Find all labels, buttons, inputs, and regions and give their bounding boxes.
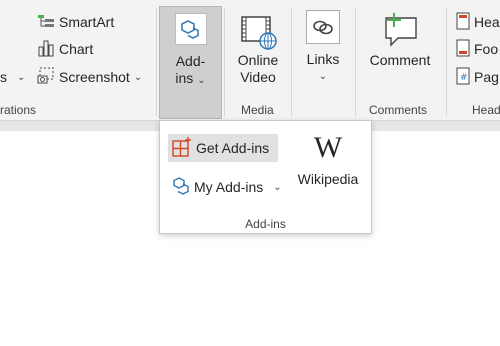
- smartart-label: SmartArt: [59, 14, 115, 30]
- my-addins-button[interactable]: My Add-ins ⌄: [172, 173, 282, 201]
- smartart-button[interactable]: SmartArt: [37, 11, 114, 33]
- chart-icon: [37, 39, 55, 60]
- addins-button[interactable]: Add- ins ⌄: [159, 6, 222, 119]
- header-label: Hea: [474, 14, 500, 30]
- comments-group-label: Comments: [369, 103, 428, 117]
- addins-label-line1: Add-: [175, 53, 206, 69]
- links-label: Links: [306, 51, 340, 67]
- header-footer-group-label: Head: [472, 103, 500, 117]
- screenshot-icon: [37, 67, 55, 88]
- addins-dropdown: Get Add-ins My Add-ins ⌄ W Wikipedia Add…: [159, 120, 372, 234]
- comment-icon: [362, 12, 438, 52]
- separator: [224, 8, 225, 116]
- screenshot-button[interactable]: Screenshot ⌄: [37, 66, 142, 88]
- header-button[interactable]: Hea: [456, 11, 500, 33]
- separator: [355, 8, 356, 116]
- chart-button[interactable]: Chart: [37, 38, 93, 60]
- store-icon: [172, 136, 192, 160]
- wikipedia-button[interactable]: W Wikipedia: [288, 131, 368, 187]
- smartart-icon: [37, 13, 55, 32]
- get-addins-label: Get Add-ins: [196, 140, 270, 156]
- online-video-label-line1: Online: [237, 52, 279, 68]
- my-addins-icon: [172, 176, 192, 199]
- get-addins-button[interactable]: Get Add-ins: [168, 134, 278, 162]
- partial-left-label: s: [0, 69, 7, 85]
- links-button[interactable]: Links ⌄: [300, 10, 346, 85]
- separator: [156, 8, 157, 116]
- page-number-icon: #: [456, 67, 470, 88]
- addins-group-label: Add-ins: [245, 217, 286, 231]
- chevron-down-icon: ⌄: [318, 71, 328, 82]
- screenshot-label: Screenshot: [59, 69, 130, 85]
- footer-label: Foo: [474, 41, 499, 57]
- media-group-label: Media: [241, 103, 274, 117]
- comment-label: Comment: [369, 52, 431, 68]
- footer-button[interactable]: Foo: [456, 38, 498, 60]
- chevron-down-icon: ⌄: [197, 75, 206, 86]
- link-icon: [306, 10, 340, 44]
- svg-text:#: #: [460, 73, 468, 83]
- chevron-down-icon[interactable]: ⌄: [273, 182, 281, 193]
- my-addins-label: My Add-ins: [194, 179, 264, 195]
- online-video-icon: [228, 14, 288, 52]
- separator: [291, 8, 292, 116]
- addins-label-line2: ins: [175, 70, 194, 86]
- online-video-label-line2: Video: [240, 69, 276, 85]
- separator: [446, 8, 447, 116]
- ribbon: s ⌄ SmartArt Chart Screenshot ⌄ rations …: [0, 0, 500, 121]
- wikipedia-icon: W: [313, 131, 343, 164]
- page-number-button[interactable]: # Pag: [456, 66, 499, 88]
- header-icon: [456, 12, 470, 33]
- page-number-label: Pag: [474, 69, 499, 85]
- online-video-button[interactable]: Online Video: [228, 14, 288, 86]
- chevron-down-icon: ⌄: [133, 71, 143, 83]
- footer-icon: [456, 39, 470, 60]
- chart-label: Chart: [59, 41, 94, 57]
- wikipedia-label: Wikipedia: [297, 171, 359, 187]
- illustrations-group-label: rations: [0, 103, 37, 117]
- comment-button[interactable]: Comment: [362, 12, 438, 69]
- addins-icon: [175, 13, 207, 45]
- chevron-down-icon[interactable]: ⌄: [17, 66, 25, 88]
